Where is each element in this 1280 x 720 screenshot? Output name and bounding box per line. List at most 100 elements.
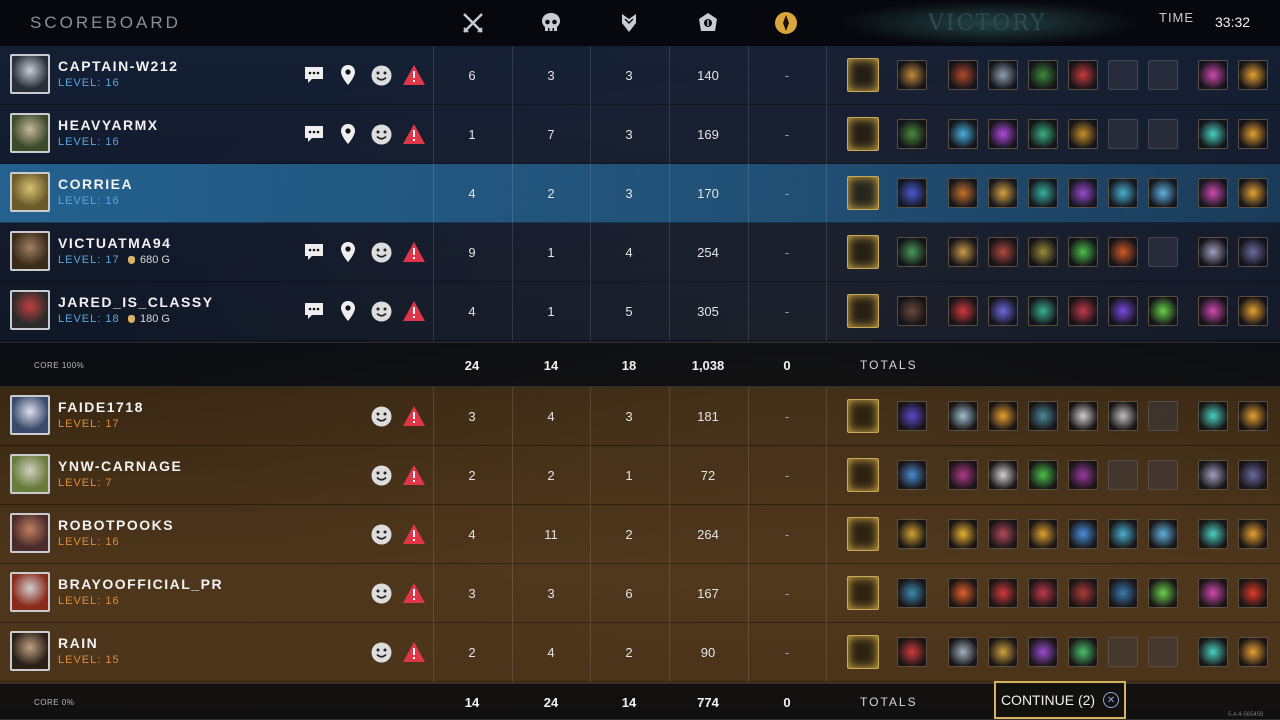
consumable-item-icon[interactable] [1198,637,1228,667]
emote-icon[interactable] [370,405,392,427]
item-icon[interactable] [988,119,1018,149]
item-icon[interactable] [948,637,978,667]
relic-slot-icon[interactable] [847,58,879,92]
consumable-item-icon[interactable] [1198,237,1228,267]
consumable-item-icon[interactable] [1238,178,1268,208]
chat-icon[interactable] [303,123,325,145]
chat-icon[interactable] [303,241,325,263]
item-icon[interactable] [948,178,978,208]
report-warning-icon[interactable] [403,641,425,663]
player-row[interactable]: CORRIEA LEVEL: 16 4 2 3 170 - [0,164,1280,223]
consumable-item-icon[interactable] [1238,519,1268,549]
item-icon[interactable] [948,237,978,267]
item-icon[interactable] [988,637,1018,667]
player-row[interactable]: ROBOTPOOKS LEVEL: 16 4 11 2 264 - [0,505,1280,564]
empty-item-slot-icon[interactable] [1108,460,1138,490]
item-icon[interactable] [988,296,1018,326]
item-icon[interactable] [897,60,927,90]
empty-item-slot-icon[interactable] [1148,637,1178,667]
emote-icon[interactable] [370,241,392,263]
item-icon[interactable] [1108,578,1138,608]
empty-item-slot-icon[interactable] [1108,637,1138,667]
relic-slot-icon[interactable] [847,399,879,433]
item-icon[interactable] [948,401,978,431]
empty-item-slot-icon[interactable] [1148,401,1178,431]
report-warning-icon[interactable] [403,241,425,263]
player-row[interactable]: VICTUATMA94 LEVEL: 17 680 G 9 1 4 254 - [0,223,1280,282]
item-icon[interactable] [1028,296,1058,326]
item-icon[interactable] [1068,119,1098,149]
relic-slot-icon[interactable] [847,294,879,328]
item-icon[interactable] [988,237,1018,267]
item-icon[interactable] [897,296,927,326]
consumable-item-icon[interactable] [1238,401,1268,431]
item-icon[interactable] [988,460,1018,490]
emote-icon[interactable] [370,464,392,486]
item-icon[interactable] [897,637,927,667]
item-icon[interactable] [1028,119,1058,149]
ping-location-icon[interactable] [337,241,359,263]
player-row[interactable]: YNW-CARNAGE LEVEL: 7 2 2 1 72 - [0,446,1280,505]
consumable-item-icon[interactable] [1238,637,1268,667]
ping-location-icon[interactable] [337,123,359,145]
item-icon[interactable] [1028,460,1058,490]
relic-slot-icon[interactable] [847,576,879,610]
player-row[interactable]: CAPTAIN-W212 LEVEL: 16 6 3 3 140 - [0,46,1280,105]
player-row[interactable]: JARED_IS_CLASSY LEVEL: 18 180 G 4 1 5 305 - [0,282,1280,341]
consumable-item-icon[interactable] [1238,578,1268,608]
item-icon[interactable] [1108,401,1138,431]
emote-icon[interactable] [370,64,392,86]
report-warning-icon[interactable] [403,405,425,427]
consumable-item-icon[interactable] [1238,460,1268,490]
emote-icon[interactable] [370,582,392,604]
item-icon[interactable] [1028,519,1058,549]
consumable-item-icon[interactable] [1238,119,1268,149]
emote-icon[interactable] [370,641,392,663]
continue-button[interactable]: CONTINUE (2) ✕ [994,681,1126,719]
empty-item-slot-icon[interactable] [1148,460,1178,490]
relic-slot-icon[interactable] [847,458,879,492]
item-icon[interactable] [988,178,1018,208]
item-icon[interactable] [897,237,927,267]
item-icon[interactable] [948,119,978,149]
player-row[interactable]: HEAVYARMX LEVEL: 16 1 7 3 169 - [0,105,1280,164]
item-icon[interactable] [948,519,978,549]
item-icon[interactable] [1068,178,1098,208]
item-icon[interactable] [897,178,927,208]
empty-item-slot-icon[interactable] [1108,119,1138,149]
item-icon[interactable] [988,578,1018,608]
empty-item-slot-icon[interactable] [1148,237,1178,267]
item-icon[interactable] [1068,60,1098,90]
item-icon[interactable] [1028,178,1058,208]
item-icon[interactable] [1108,237,1138,267]
report-warning-icon[interactable] [403,582,425,604]
emote-icon[interactable] [370,300,392,322]
empty-item-slot-icon[interactable] [1148,60,1178,90]
relic-slot-icon[interactable] [847,235,879,269]
consumable-item-icon[interactable] [1198,460,1228,490]
item-icon[interactable] [948,296,978,326]
item-icon[interactable] [1028,60,1058,90]
ping-location-icon[interactable] [337,64,359,86]
chat-icon[interactable] [303,300,325,322]
item-icon[interactable] [948,60,978,90]
report-warning-icon[interactable] [403,123,425,145]
item-icon[interactable] [1148,578,1178,608]
item-icon[interactable] [1108,296,1138,326]
consumable-item-icon[interactable] [1198,296,1228,326]
item-icon[interactable] [988,519,1018,549]
player-row[interactable]: FAIDE1718 LEVEL: 17 3 4 3 181 - [0,387,1280,446]
emote-icon[interactable] [370,123,392,145]
item-icon[interactable] [1108,178,1138,208]
consumable-item-icon[interactable] [1198,60,1228,90]
consumable-item-icon[interactable] [1238,60,1268,90]
empty-item-slot-icon[interactable] [1148,119,1178,149]
item-icon[interactable] [1028,578,1058,608]
consumable-item-icon[interactable] [1238,296,1268,326]
item-icon[interactable] [897,401,927,431]
relic-slot-icon[interactable] [847,517,879,551]
report-warning-icon[interactable] [403,523,425,545]
item-icon[interactable] [1068,578,1098,608]
item-icon[interactable] [1068,637,1098,667]
item-icon[interactable] [1028,637,1058,667]
